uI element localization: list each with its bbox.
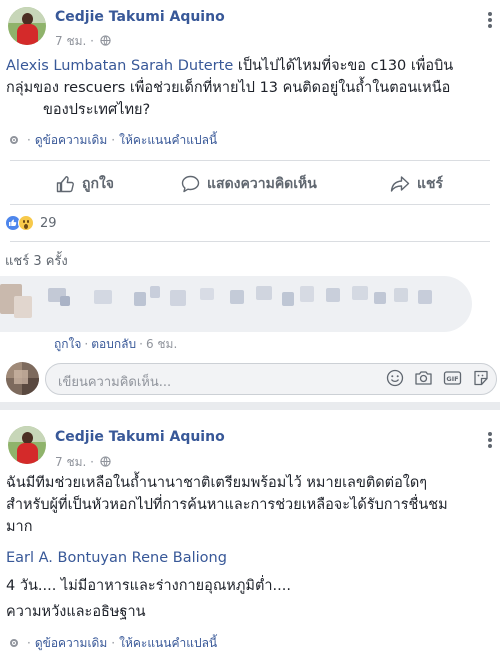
divider: [10, 241, 490, 242]
author-avatar[interactable]: [8, 7, 46, 45]
share-icon: [390, 176, 410, 192]
author-name[interactable]: Cedjie Takumi Aquino: [55, 429, 225, 445]
gear-icon[interactable]: [9, 135, 19, 145]
post-text-line1: ฉันมีทีมช่วยเหลือในถ้ำนานาชาติเตรียมพร้อ…: [6, 475, 428, 491]
blurred-comment: [0, 276, 472, 332]
post-text-line6: ความหวังและอธิษฐาน: [6, 604, 146, 620]
post-text-line2: กลุ่มของ rescuers เพื่อช่วยเด็กที่หายไป …: [6, 80, 451, 96]
thumbs-up-icon: [56, 176, 74, 193]
comment-button[interactable]: แสดงความคิดเห็น: [181, 170, 317, 198]
see-original-link[interactable]: ดูข้อความเดิม: [35, 133, 107, 147]
post-text-line5: 4 วัน.... ไม่มีอาหารและร่างกายอุณหภูมิต่…: [6, 578, 291, 594]
gif-icon[interactable]: GIF: [443, 369, 462, 387]
post-time[interactable]: 7 ชม.: [55, 455, 86, 469]
comment-time[interactable]: 6 ชม.: [146, 337, 177, 351]
rate-translation-link[interactable]: ให้คะแนนคำแปลนี้: [119, 133, 217, 147]
sticker-icon[interactable]: [472, 369, 490, 387]
comment-label: แสดงความคิดเห็น: [207, 176, 317, 192]
reactions-summary[interactable]: 29: [5, 213, 57, 233]
reaction-count[interactable]: 29: [40, 216, 57, 231]
comment-reply-link[interactable]: ตอบกลับ: [91, 337, 136, 351]
comment-placeholder: เขียนความคิดเห็น...: [58, 375, 172, 390]
post-2: Cedjie Takumi Aquino 7 ชม. · ฉันมีทีมช่ว…: [0, 410, 500, 661]
share-count[interactable]: แชร์ 3 ครั้ง: [5, 250, 68, 271]
post-meta: 7 ชม. ·: [55, 32, 111, 51]
divider: [10, 160, 490, 161]
divider: [10, 204, 490, 205]
post-text-line3: ของประเทศไทย?: [43, 102, 151, 118]
post-text-line1: เป็นไปได้ไหมที่จะขอ c130 เพื่อบิน: [233, 58, 454, 74]
like-button[interactable]: ถูกใจ: [56, 170, 114, 198]
post-time[interactable]: 7 ชม.: [55, 34, 86, 48]
tagged-users[interactable]: Earl A. Bontuyan Rene Baliong: [6, 547, 227, 569]
post-text-line2: สำหรับผู้ที่เป็นหัวหอกไปที่การค้นหาและกา…: [6, 497, 448, 513]
post-separator: [0, 402, 500, 410]
post-1: Cedjie Takumi Aquino 7 ชม. · Alexis Lumb…: [0, 0, 500, 402]
globe-icon: [100, 35, 111, 46]
globe-icon: [100, 456, 111, 467]
share-button[interactable]: แชร์: [390, 170, 443, 198]
wow-reaction-icon: [18, 215, 34, 231]
comment-input[interactable]: เขียนความคิดเห็น... GIF: [45, 363, 497, 395]
post-text: Alexis Lumbatan Sarah Duterte เป็นไปได้ไ…: [6, 55, 496, 121]
gear-icon[interactable]: [9, 638, 19, 648]
more-options-icon[interactable]: [488, 10, 492, 30]
translation-bar: · ดูข้อความเดิม · ให้คะแนนคำแปลนี้: [9, 131, 217, 150]
post-text-line3: มาก: [6, 519, 33, 535]
comment-like-link[interactable]: ถูกใจ: [54, 337, 81, 351]
tagged-users[interactable]: Alexis Lumbatan Sarah Duterte: [6, 58, 233, 74]
comment-icon: [181, 175, 200, 193]
see-original-link[interactable]: ดูข้อความเดิม: [35, 636, 107, 650]
current-user-avatar: [6, 362, 39, 395]
emoji-icon[interactable]: [386, 369, 404, 387]
rate-translation-link[interactable]: ให้คะแนนคำแปลนี้: [119, 636, 217, 650]
camera-icon[interactable]: [414, 369, 433, 387]
svg-text:GIF: GIF: [446, 375, 458, 383]
author-name[interactable]: Cedjie Takumi Aquino: [55, 9, 225, 25]
author-avatar[interactable]: [8, 426, 46, 464]
post-meta: 7 ชม. ·: [55, 453, 111, 472]
like-label: ถูกใจ: [82, 176, 114, 192]
more-options-icon[interactable]: [488, 430, 492, 450]
post-text: ฉันมีทีมช่วยเหลือในถ้ำนานาชาติเตรียมพร้อ…: [6, 472, 496, 538]
share-label: แชร์: [417, 176, 444, 192]
translation-bar: · ดูข้อความเดิม · ให้คะแนนคำแปลนี้: [9, 634, 217, 653]
comment-actions: ถูกใจ · ตอบกลับ · 6 ชม.: [54, 337, 178, 351]
